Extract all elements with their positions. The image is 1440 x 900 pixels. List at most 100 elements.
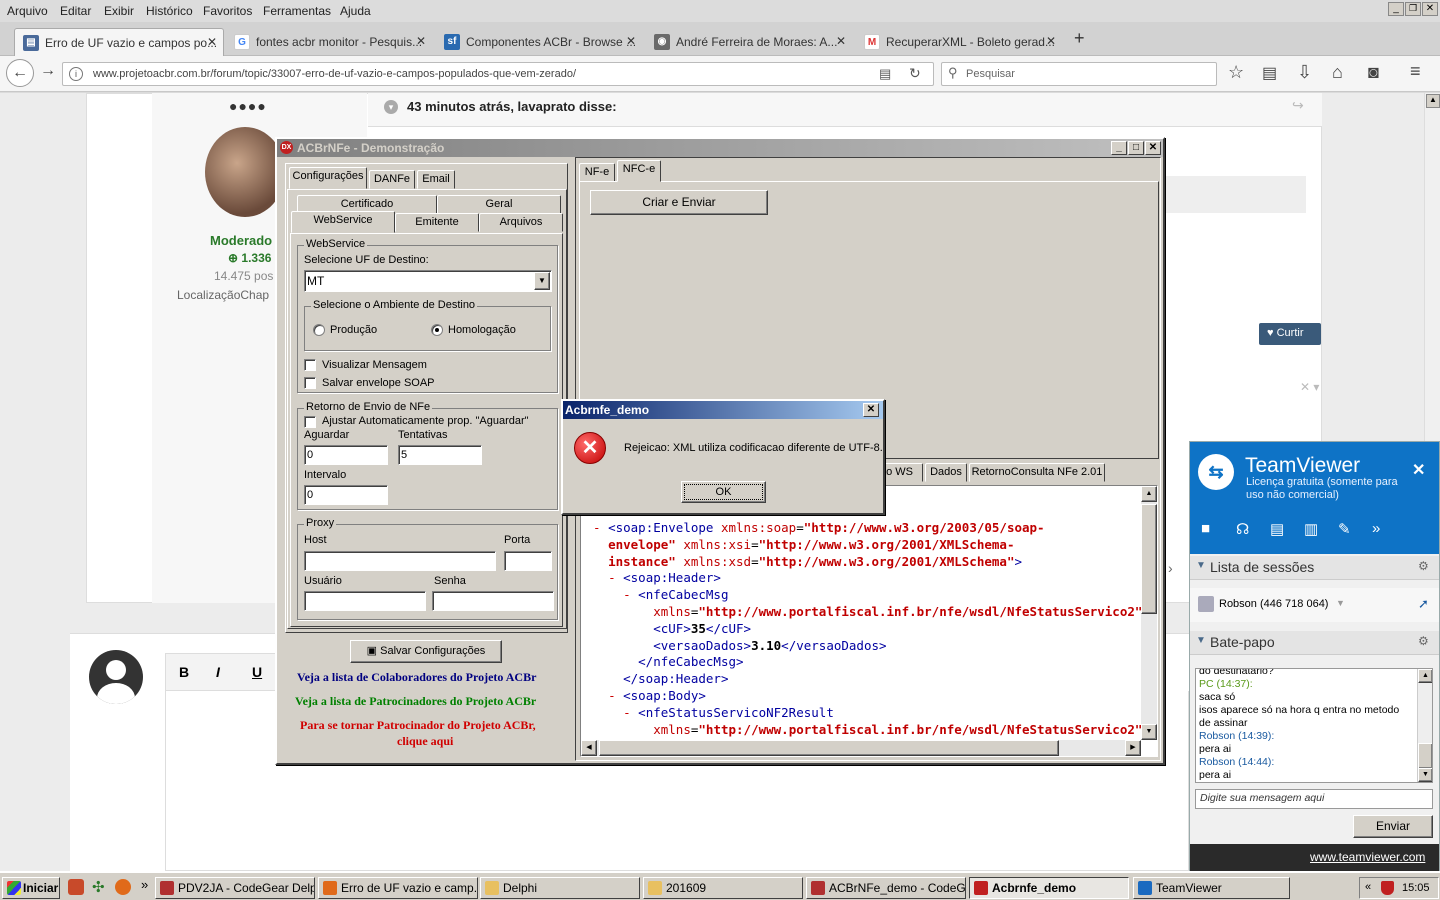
taskbar-item[interactable]: PDV2JA - CodeGear Delp... [155,877,315,899]
tab-arquivos[interactable]: Arquivos [479,213,563,232]
window-restore-button[interactable]: ❐ [1405,2,1421,16]
library-icon[interactable]: ▤ [1262,63,1277,83]
menu-ferramentas[interactable]: Ferramentas [263,4,331,18]
reader-view-icon[interactable]: ▤ [879,66,891,82]
start-button[interactable]: Iniciar [2,877,60,899]
chat-icon[interactable]: ▤ [1270,520,1284,538]
taskbar-item[interactable]: TeamViewer [1133,877,1290,899]
bold-button[interactable]: B [179,664,189,680]
tab-dados[interactable]: Dados [925,463,967,482]
italic-button[interactable]: I [216,664,220,680]
chat-scrollbar[interactable]: ▲ ▼ [1417,669,1432,782]
menu-arquivo[interactable]: Arquivo [7,4,48,18]
menu-editar[interactable]: Editar [60,4,91,18]
tab-nfce[interactable]: NFC-e [617,160,661,182]
xml-viewer[interactable]: - <soap:Envelope xmlns:soap="http://www.… [580,485,1158,757]
connect-pointer-icon[interactable]: ➚ [1418,596,1429,612]
tab-fontes-acbr[interactable]: G fontes acbr monitor - Pesquis... ✕ [226,28,432,56]
chat-log[interactable]: do destinatário? PC (14:37): saca só isos a… [1195,668,1433,783]
quicklaunch-delphi-icon[interactable] [68,879,84,895]
taskbar-item[interactable]: Erro de UF vazio e camp... [318,877,478,899]
quicklaunch-firefox-icon[interactable] [115,879,131,895]
tab-andre-ferreira[interactable]: ◉ André Ferreira de Moraes: A... ✕ [646,28,852,56]
antivirus-shield-icon[interactable] [1381,881,1394,895]
avatar[interactable] [205,127,285,217]
maximize-button[interactable]: □ [1128,141,1144,155]
criar-enviar-button[interactable]: Criar e Enviar [590,190,768,215]
uf-select[interactable]: MT ▼ [304,270,552,292]
link-colaboradores[interactable]: Veja a lista de Colaboradores do Projeto… [297,670,536,685]
tab-erro-uf[interactable]: ▤ Erro de UF vazio e campos po... ✕ [14,28,224,56]
close-tab-icon[interactable]: ✕ [207,35,217,49]
window-close-button[interactable]: ✕ [1422,2,1438,16]
checkbox-salvar-soap[interactable] [304,377,316,389]
new-tab-icon[interactable]: + [1074,28,1085,49]
back-icon[interactable]: ← [6,59,34,87]
send-button[interactable]: Enviar [1353,815,1433,838]
menu-hamburger-icon[interactable]: ≡ [1410,61,1421,82]
more-icon[interactable]: » [1372,520,1380,537]
settings-gear-icon[interactable]: ⚙ [1418,634,1429,648]
host-input[interactable] [304,551,496,571]
close-tab-icon[interactable]: ✕ [836,34,846,48]
headset-icon[interactable]: ☊ [1236,520,1249,538]
reload-icon[interactable]: ↻ [909,65,921,82]
scroll-left-icon[interactable]: ◀ [581,740,597,756]
tv-close-icon[interactable]: ✕ [1412,460,1425,480]
intervalo-input[interactable]: 0 [304,485,388,505]
aguardar-input[interactable]: 0 [304,445,388,465]
collapse-quote-icon[interactable]: ▾ [384,100,398,114]
chevron-down-icon[interactable]: ▼ [1336,598,1345,608]
tab-componentes-acbr[interactable]: sf Componentes ACBr - Browse ... ✕ [436,28,642,56]
sessions-header[interactable]: ▼ Lista de sessões ⚙ [1190,556,1439,580]
xml-vscrollbar[interactable]: ▲ ▼ [1141,486,1157,740]
hscroll-thumb[interactable] [599,740,1059,756]
search-bar[interactable]: ⚲ Pesquisar [941,62,1217,86]
close-tab-icon[interactable]: ✕ [416,34,426,48]
dialog-close-button[interactable]: ✕ [863,403,879,417]
scroll-thumb[interactable] [1418,743,1432,769]
chat-header[interactable]: ▼ Bate-papo ⚙ [1190,631,1439,655]
close-tab-icon[interactable]: ✕ [1046,34,1056,48]
download-icon[interactable]: ⇩ [1297,62,1312,83]
tentativas-input[interactable]: 5 [398,445,482,465]
xml-hscrollbar[interactable]: ◀ ▶ [581,740,1141,756]
tv-expand-icon[interactable]: › [1168,560,1188,580]
pen-icon[interactable]: ✎ [1338,520,1351,538]
tab-retorno-consulta[interactable]: RetornoConsulta NFe 2.01 [969,463,1105,482]
tab-danfe[interactable]: DANFe [369,170,415,189]
close-button[interactable]: ✕ [1145,141,1161,155]
taskbar-item[interactable]: Delphi [480,877,640,899]
menu-exibir[interactable]: Exibir [104,4,134,18]
radio-producao[interactable] [313,324,325,336]
link-tornar-patrocinador[interactable]: Para se tornar Patrocinador do Projeto A… [300,718,536,733]
scroll-right-icon[interactable]: ▶ [1125,740,1141,756]
settings-gear-icon[interactable]: ⚙ [1418,559,1429,573]
file-icon[interactable]: ▥ [1304,520,1318,538]
share-icon[interactable]: ↪ [1292,97,1304,114]
url-bar[interactable]: i www.projetoacbr.com.br/forum/topic/330… [62,62,934,86]
scroll-up-icon[interactable]: ▲ [1141,486,1157,502]
chevron-down-icon[interactable]: ▼ [534,272,550,290]
tab-webservice[interactable]: WebService [291,211,395,233]
pocket-icon[interactable]: ◙ [1368,62,1379,83]
scroll-up-icon[interactable]: ▲ [1426,94,1440,108]
scroll-down-icon[interactable]: ▼ [1418,768,1432,782]
taskbar-item[interactable]: 201609 [643,877,803,899]
video-icon[interactable]: ■ [1201,520,1210,537]
link-clique-aqui[interactable]: clique aqui [397,734,453,749]
chat-input[interactable]: Digite sua mensagem aqui [1195,789,1433,809]
tab-configuracoes[interactable]: Configurações [289,167,367,189]
senha-input[interactable] [432,591,554,611]
post-options-icon[interactable]: ✕ ▾ [1300,380,1319,394]
tab-nfe[interactable]: NF-e [579,163,615,182]
quicklaunch-more-icon[interactable]: » [141,877,148,892]
tray-expand-icon[interactable]: « [1365,881,1371,893]
tab-email[interactable]: Email [417,170,455,189]
tab-geral[interactable]: Geral [437,195,561,214]
minimize-button[interactable]: _ [1111,141,1127,155]
taskbar-item[interactable]: ACBrNFe_demo - CodeG... [806,877,966,899]
close-tab-icon[interactable]: ✕ [626,34,636,48]
teamviewer-link[interactable]: www.teamviewer.com [1310,850,1425,864]
menu-ajuda[interactable]: Ajuda [340,4,371,18]
